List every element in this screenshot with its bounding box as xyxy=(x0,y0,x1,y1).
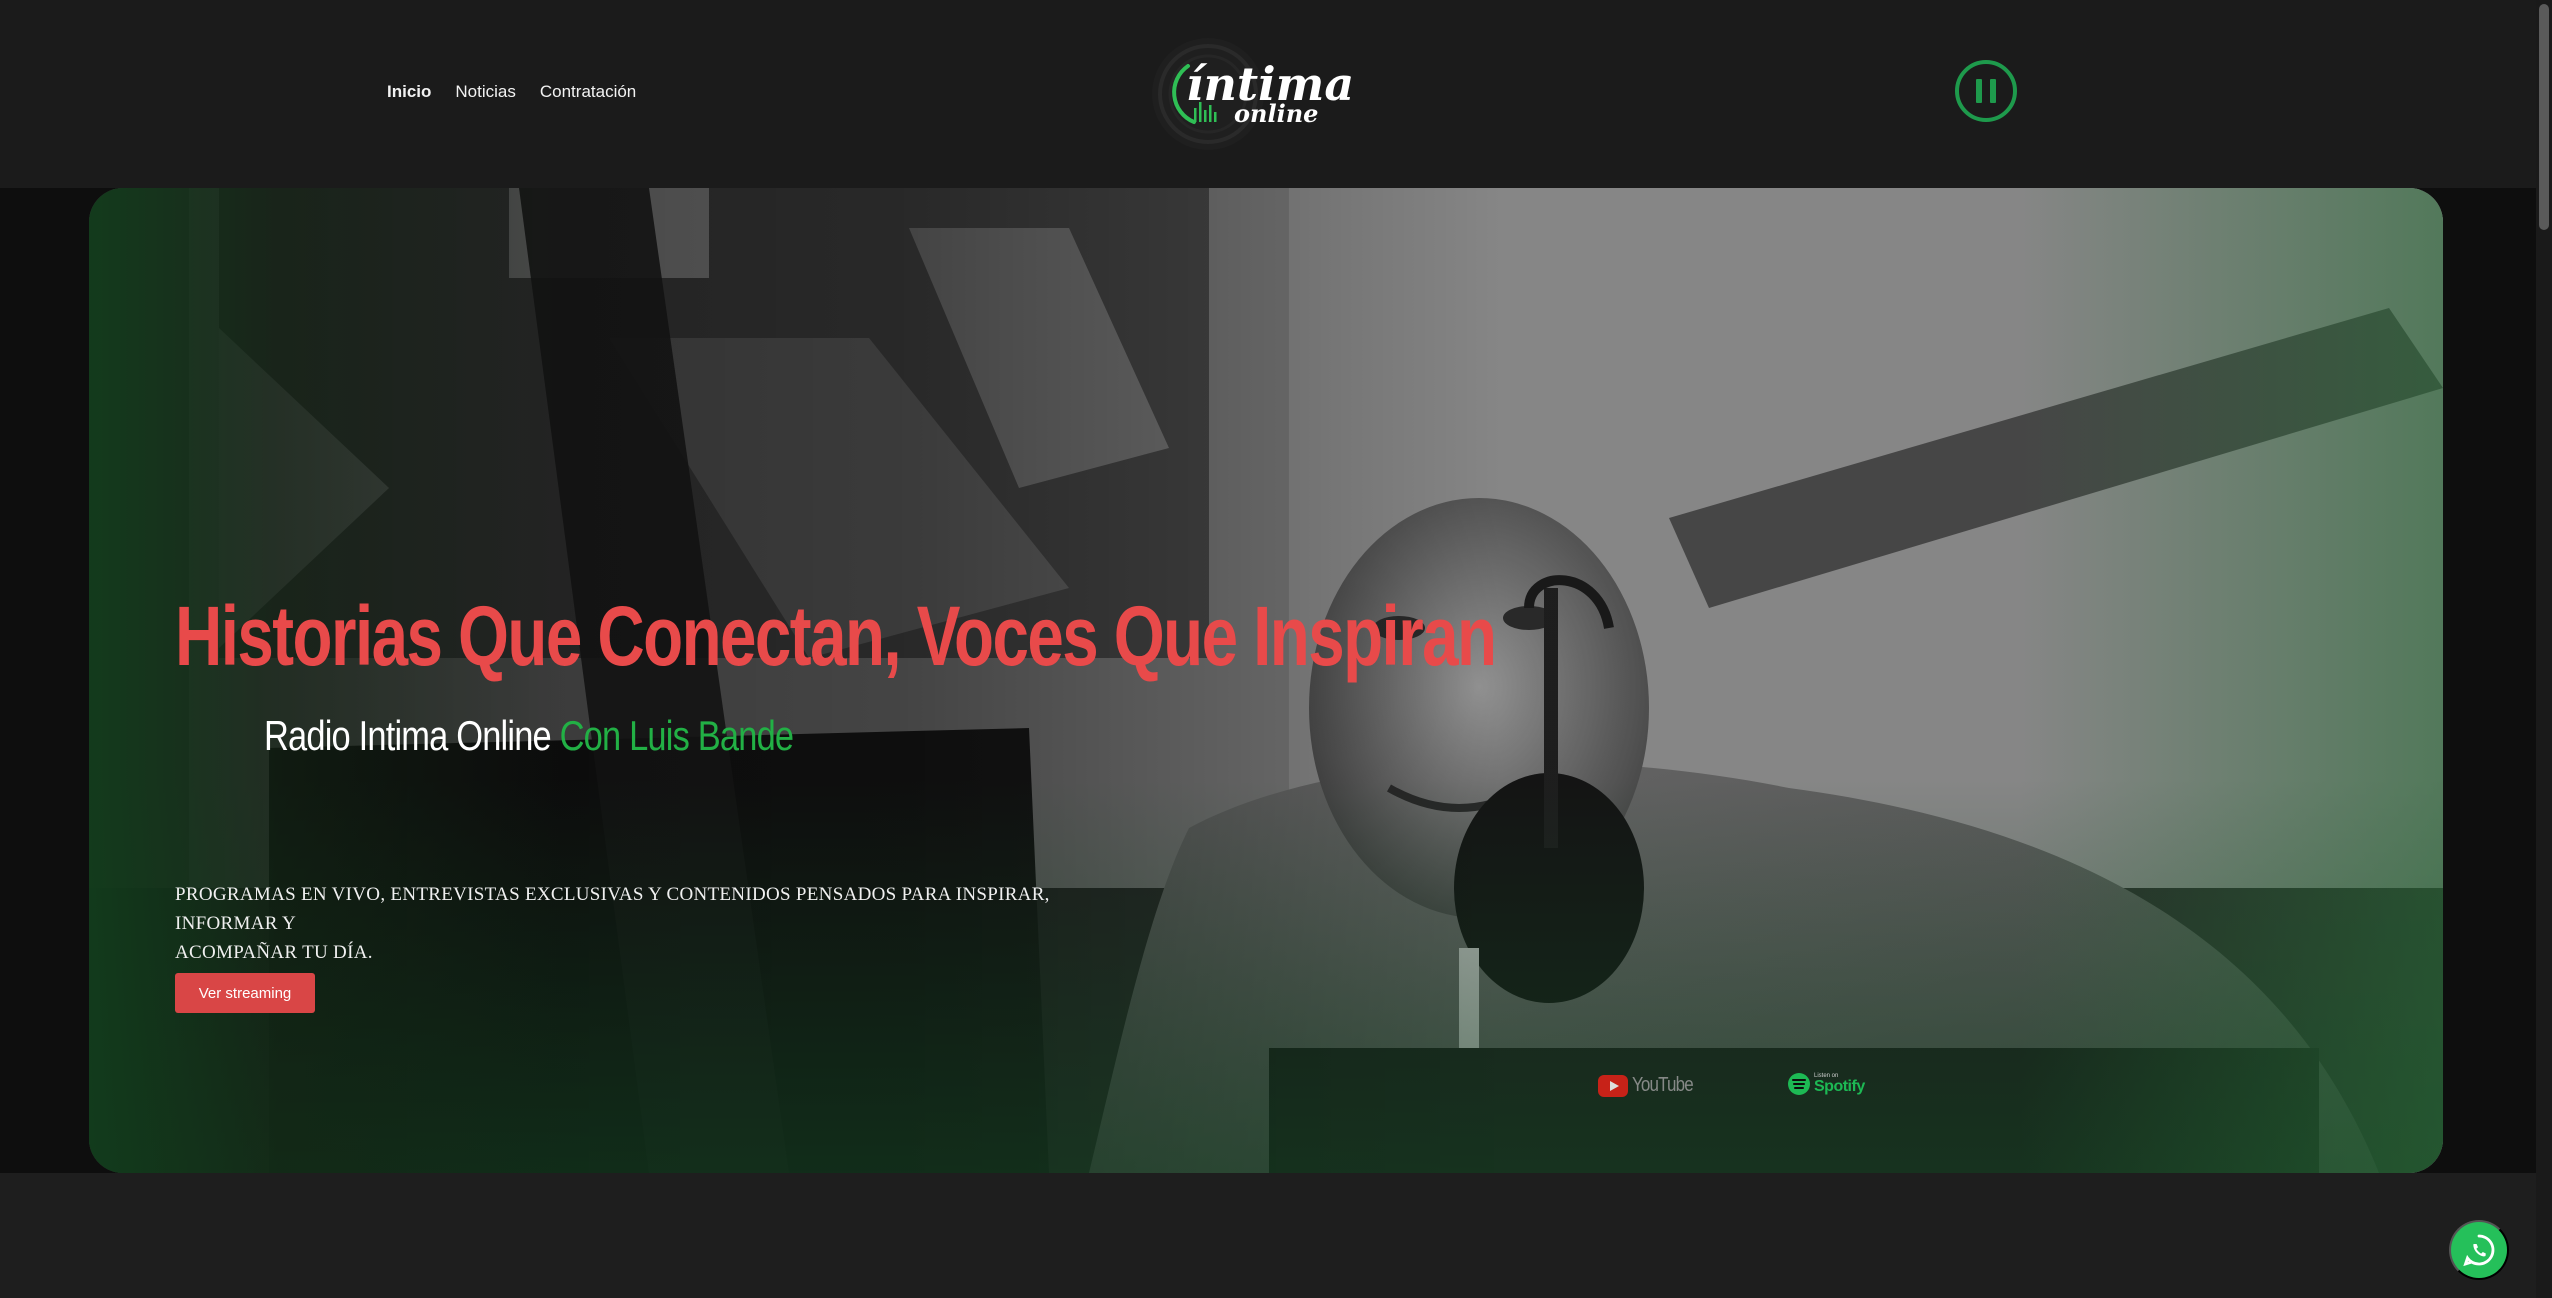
hero-title: Historias Que Conectan, Voces Que Inspir… xyxy=(175,589,1497,683)
spotify-label: Spotify xyxy=(1814,1078,1865,1095)
youtube-icon xyxy=(1598,1074,1628,1097)
youtube-badge[interactable]: YouTube xyxy=(1598,1074,1704,1097)
spotify-badge[interactable]: Listen on Spotify xyxy=(1788,1073,1865,1095)
nav-link-inicio[interactable]: Inicio xyxy=(387,82,431,102)
page-scrollbar[interactable] xyxy=(2536,0,2552,1298)
hero-subtitle-host: Con Luis Bande xyxy=(559,712,794,759)
nav-link-noticias[interactable]: Noticias xyxy=(455,82,515,102)
whatsapp-icon xyxy=(2463,1234,2495,1267)
spotify-icon xyxy=(1788,1073,1810,1095)
nav-link-contratacion[interactable]: Contratación xyxy=(540,82,636,102)
hero-subtitle: Radio Intima Online Con Luis Bande xyxy=(264,712,794,760)
main-nav: Inicio Noticias Contratación xyxy=(387,82,660,102)
pause-icon xyxy=(1976,79,1982,103)
site-logo[interactable]: íntima online xyxy=(1150,36,1360,152)
page-content-area xyxy=(0,1173,2536,1298)
logo-text-online: online xyxy=(1234,99,1318,128)
hero-subtitle-station: Radio Intima Online xyxy=(264,712,552,759)
scrollbar-thumb[interactable] xyxy=(2539,4,2549,230)
site-header: Inicio Noticias Contratación íntima onli… xyxy=(0,0,2536,188)
hero-description: Programas en vivo, entrevistas exclusiva… xyxy=(175,884,1050,963)
whatsapp-button[interactable] xyxy=(2449,1220,2509,1280)
ver-streaming-button[interactable]: Ver streaming xyxy=(175,973,315,1013)
radio-pause-button[interactable] xyxy=(1955,60,2017,122)
youtube-label: YouTube xyxy=(1632,1074,1694,1096)
